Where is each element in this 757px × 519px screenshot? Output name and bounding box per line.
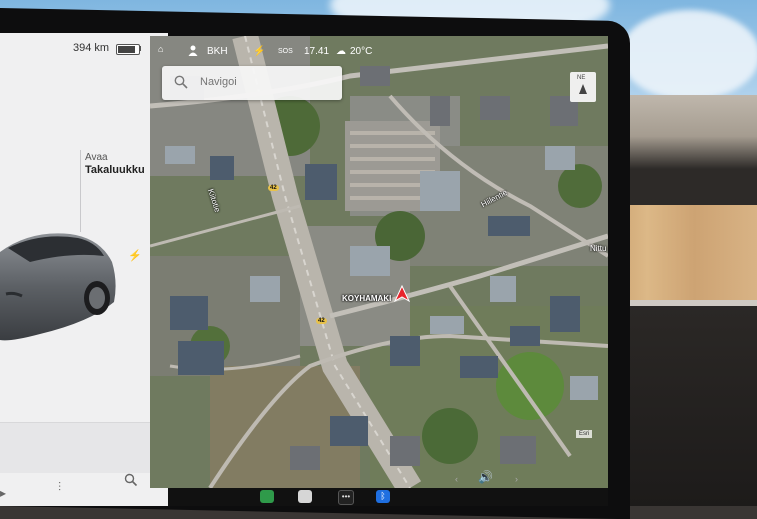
lock-icon[interactable]: ⌂ bbox=[158, 44, 163, 54]
volume-down-icon[interactable]: ‹ bbox=[455, 474, 458, 484]
volume-up-icon[interactable]: › bbox=[515, 474, 518, 484]
road-shield: 42 bbox=[268, 185, 279, 191]
profile-name[interactable]: BKH bbox=[207, 46, 228, 57]
trunk-button[interactable]: Takaluukku bbox=[85, 164, 145, 176]
search-input[interactable] bbox=[200, 76, 330, 88]
weather-icon: ☁ bbox=[336, 46, 346, 57]
satellite-map[interactable] bbox=[150, 36, 608, 488]
map-attribution: Esri bbox=[576, 430, 593, 438]
search-icon bbox=[174, 75, 188, 89]
media-icon[interactable]: ▸ bbox=[0, 486, 6, 500]
trunk-action-label[interactable]: Avaa bbox=[85, 152, 108, 163]
divider bbox=[80, 150, 81, 232]
equalizer-icon[interactable]: ⫶ bbox=[58, 480, 61, 495]
battery-tip bbox=[139, 46, 141, 51]
current-location-arrow-icon bbox=[394, 285, 410, 303]
clock: 17.41 bbox=[304, 46, 330, 57]
compass-arrow-icon bbox=[579, 84, 587, 94]
battery-level-fill bbox=[118, 46, 135, 53]
sos-icon[interactable]: SOS bbox=[278, 48, 293, 55]
compass-heading: NE bbox=[577, 75, 586, 81]
person-icon[interactable] bbox=[188, 45, 198, 56]
bluetooth-icon[interactable]: ᛒ bbox=[376, 490, 390, 503]
status-bar: ⌂ BKH ⚡ SOS 17.41 ☁ 20°C bbox=[152, 40, 452, 62]
battery-icon bbox=[116, 44, 140, 55]
navigation-search-box[interactable] bbox=[162, 66, 342, 100]
charging-icon: ⚡ bbox=[253, 46, 266, 57]
temperature: 20°C bbox=[350, 46, 373, 57]
app-icon[interactable] bbox=[298, 490, 312, 503]
more-apps-icon[interactable]: ••• bbox=[338, 490, 354, 505]
street-label: Nittu bbox=[590, 244, 607, 253]
app-icon[interactable] bbox=[260, 490, 274, 503]
range-readout: 394 km bbox=[73, 42, 110, 54]
search-icon[interactable] bbox=[124, 473, 138, 487]
compass-button[interactable]: NE bbox=[570, 72, 596, 102]
volume-icon[interactable]: 🔊 bbox=[478, 470, 493, 484]
place-label: KOYHAMAKI bbox=[342, 294, 392, 303]
road-shield: 42 bbox=[316, 318, 327, 324]
car-illustration bbox=[0, 233, 116, 341]
cloud bbox=[620, 10, 757, 100]
quick-controls-tray bbox=[0, 422, 162, 473]
lightning-bolt-icon: ⚡ bbox=[128, 250, 142, 262]
